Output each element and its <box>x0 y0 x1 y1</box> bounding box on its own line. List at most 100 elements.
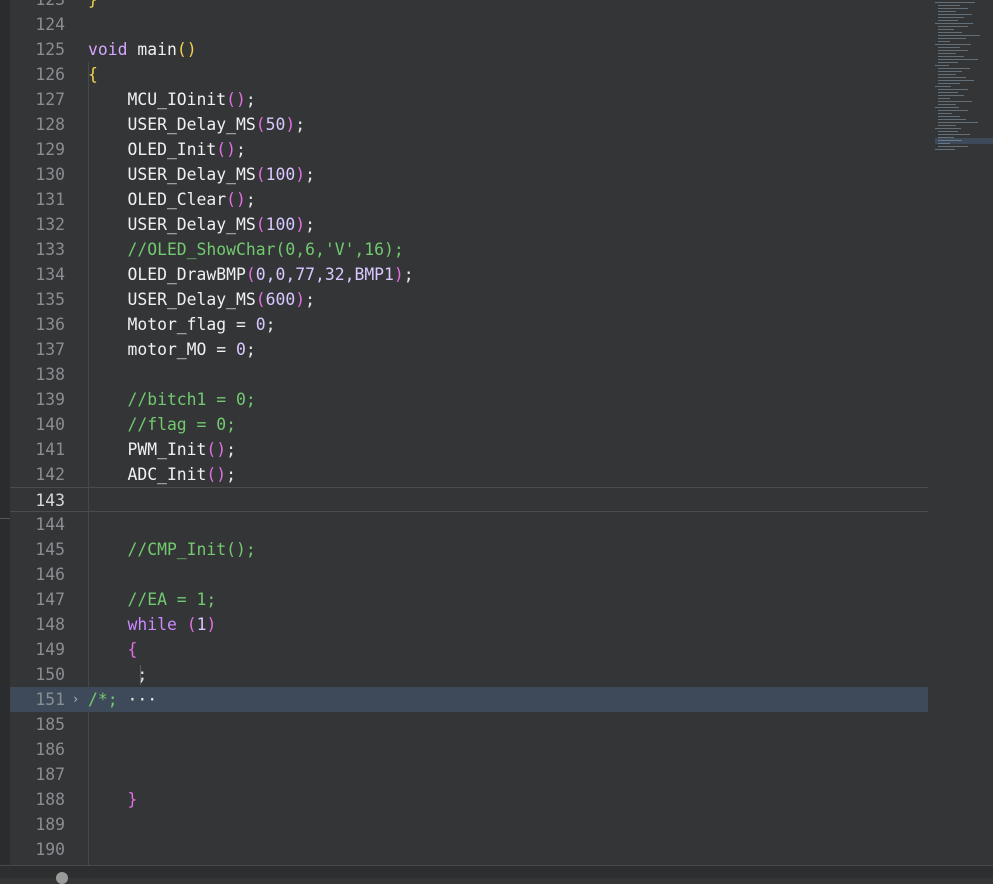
line-number: 144 <box>35 515 65 534</box>
minimap-line <box>938 122 978 123</box>
code-line[interactable]: 148 while (1) <box>10 612 928 637</box>
code-text[interactable]: motor_MO = 0; <box>88 337 255 362</box>
code-line[interactable]: 190 <box>10 837 928 862</box>
code-token: () <box>206 465 227 484</box>
code-text[interactable]: Motor_flag = 0; <box>88 312 275 337</box>
line-number: 131 <box>35 190 65 209</box>
code-text[interactable]: OLED_Init(); <box>88 137 245 162</box>
code-line[interactable]: 139 //bitch1 = 0; <box>10 387 928 412</box>
code-token: () <box>176 40 197 59</box>
code-text[interactable]: void main() <box>88 37 197 62</box>
code-text[interactable]: OLED_DrawBMP(0,0,77,32,BMP1); <box>88 262 413 287</box>
code-text[interactable]: //EA = 1; <box>88 587 216 612</box>
line-number: 145 <box>35 540 65 559</box>
code-lines[interactable]: 123}124125void main()126{127 MCU_IOinit(… <box>10 0 928 862</box>
line-number: 126 <box>35 65 65 84</box>
code-token: } <box>88 790 138 809</box>
code-line[interactable]: 143 <box>10 487 928 512</box>
code-line[interactable]: 138 <box>10 362 928 387</box>
code-token: //flag = 0; <box>88 415 237 434</box>
code-token: //bitch1 = 0; <box>88 390 256 409</box>
code-line[interactable]: 128 USER_Delay_MS(50); <box>10 112 928 137</box>
code-line[interactable]: 151 › /*; ··· <box>10 687 928 712</box>
code-token: ; <box>245 190 256 209</box>
code-token: 0,0,77,32,BMP1 <box>255 265 394 284</box>
code-line[interactable]: 126 { <box>10 62 928 87</box>
code-line[interactable]: 145 //CMP_Init(); <box>10 537 928 562</box>
minimap-line <box>938 32 962 33</box>
code-token: ) <box>393 265 404 284</box>
code-text[interactable]: MCU_IOinit(); <box>88 87 255 112</box>
code-text[interactable]: USER_Delay_MS(100); <box>88 212 315 237</box>
code-line[interactable]: 150 ; <box>10 662 928 687</box>
status-dot-icon <box>56 872 68 884</box>
code-token: 100 <box>265 165 296 184</box>
minimap-line <box>935 86 951 87</box>
code-text[interactable]: { <box>88 637 137 662</box>
code-line[interactable]: 185 <box>10 712 928 737</box>
code-line[interactable]: 125 void main() <box>10 37 928 62</box>
code-text[interactable]: //flag = 0; <box>88 412 236 437</box>
strip-marker <box>0 518 10 519</box>
code-token: () <box>226 90 246 109</box>
code-text[interactable]: } <box>88 0 98 12</box>
code-line[interactable]: 187 <box>10 762 928 787</box>
minimap-line <box>935 128 961 129</box>
minimap-line <box>938 17 964 18</box>
code-token: Motor_flag = <box>88 315 256 334</box>
line-number: 123 <box>10 0 65 12</box>
code-line[interactable]: 129 OLED_Init(); <box>10 137 928 162</box>
code-line[interactable]: 131 OLED_Clear(); <box>10 187 928 212</box>
code-token: 600 <box>265 290 296 309</box>
code-line[interactable]: 136 Motor_flag = 0; <box>10 312 928 337</box>
code-line[interactable]: 124 <box>10 12 928 37</box>
code-line[interactable]: 188 } <box>10 787 928 812</box>
code-line[interactable]: 141 PWM_Init(); <box>10 437 928 462</box>
code-line[interactable]: 189 <box>10 812 928 837</box>
code-text[interactable]: //CMP_Init(); <box>88 537 255 562</box>
code-line[interactable]: 123} <box>10 0 928 12</box>
minimap-line <box>938 104 956 105</box>
code-token: ( <box>186 615 197 634</box>
code-text[interactable]: OLED_Clear(); <box>88 187 256 212</box>
code-text[interactable]: //OLED_ShowChar(0,6,'V',16); <box>88 237 403 262</box>
code-line[interactable]: 134 OLED_DrawBMP(0,0,77,32,BMP1); <box>10 262 928 287</box>
code-text[interactable]: USER_Delay_MS(600); <box>88 287 315 312</box>
code-line[interactable]: 142 ADC_Init(); <box>10 462 928 487</box>
minimap[interactable] <box>935 0 993 160</box>
code-line[interactable]: 140 //flag = 0; <box>10 412 928 437</box>
code-line[interactable]: 135 USER_Delay_MS(600); <box>10 287 928 312</box>
code-line[interactable]: 149 { <box>10 637 928 662</box>
code-line[interactable]: 144 <box>10 512 928 537</box>
code-text[interactable]: PWM_Init(); <box>88 437 236 462</box>
code-line[interactable]: 132 USER_Delay_MS(100); <box>10 212 928 237</box>
code-token: ··· <box>117 690 158 709</box>
code-token: ) <box>295 165 306 184</box>
minimap-line <box>938 41 950 42</box>
code-text[interactable]: while (1) <box>88 612 216 637</box>
code-line[interactable]: 133 //OLED_ShowChar(0,6,'V',16); <box>10 237 928 262</box>
code-text[interactable]: } <box>88 787 137 812</box>
code-text[interactable]: /*; ··· <box>88 687 157 712</box>
fold-chevron-icon[interactable]: › <box>72 687 79 712</box>
code-line[interactable]: 130 USER_Delay_MS(100); <box>10 162 928 187</box>
code-text[interactable]: //bitch1 = 0; <box>88 387 256 412</box>
code-text[interactable]: { <box>88 62 98 87</box>
code-line[interactable]: 137 motor_MO = 0; <box>10 337 928 362</box>
code-text[interactable]: ; <box>88 662 147 687</box>
minimap-line <box>938 125 956 126</box>
code-editor[interactable]: 123}124125void main()126{127 MCU_IOinit(… <box>10 0 928 865</box>
code-text[interactable]: ADC_Init(); <box>88 462 236 487</box>
line-number: 138 <box>35 365 65 384</box>
minimap-line <box>938 71 962 72</box>
code-line[interactable]: 186 <box>10 737 928 762</box>
code-line[interactable]: 147 //EA = 1; <box>10 587 928 612</box>
code-text[interactable]: USER_Delay_MS(50); <box>88 112 305 137</box>
code-line[interactable]: 146 <box>10 562 928 587</box>
code-line[interactable]: 127 MCU_IOinit(); <box>10 87 928 112</box>
minimap-line <box>938 20 958 21</box>
minimap-line <box>938 83 960 84</box>
code-text[interactable]: USER_Delay_MS(100); <box>88 162 315 187</box>
minimap-line <box>938 8 968 9</box>
code-token: ; <box>226 440 237 459</box>
